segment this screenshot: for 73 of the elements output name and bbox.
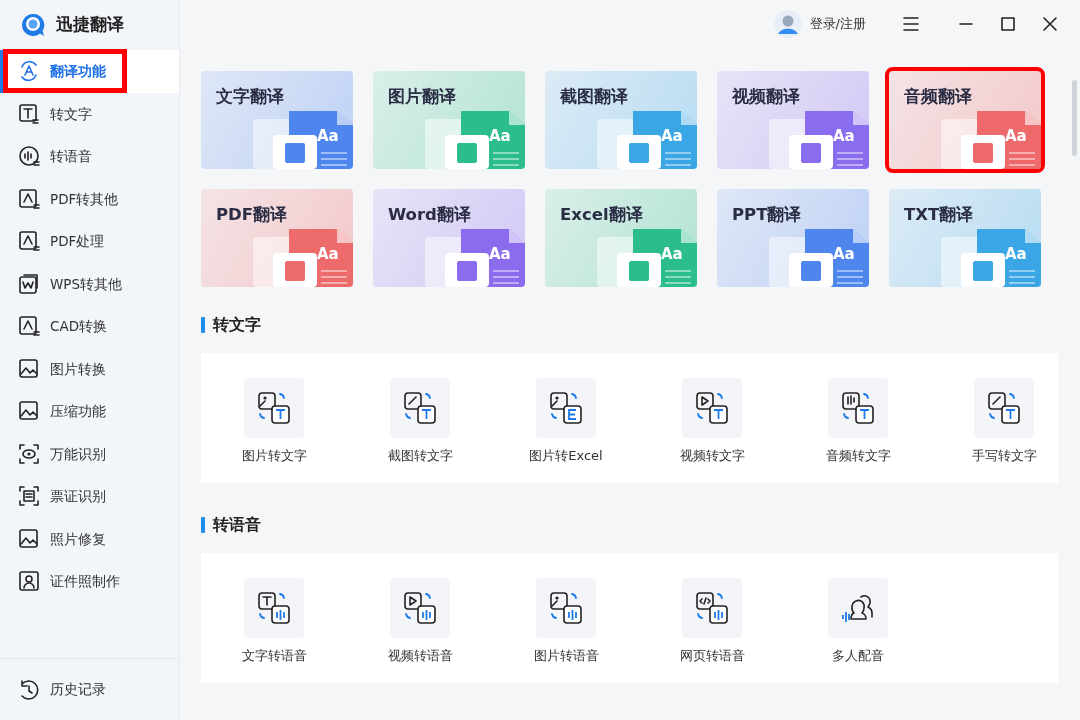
sidebar-label: 万能识别: [50, 444, 106, 464]
tool-item[interactable]: 图片转文字: [201, 378, 347, 483]
sidebar-label: PDF处理: [50, 232, 105, 252]
section-title: 转语音: [213, 514, 261, 536]
document-icon: [18, 187, 40, 210]
sound-wave-icon: [18, 145, 40, 168]
sidebar-item[interactable]: 万能识别: [0, 432, 179, 475]
document-icon: [18, 230, 40, 253]
picture-icon: [18, 400, 40, 423]
sidebar-label: 图片转换: [50, 359, 106, 379]
tool-icon: [682, 378, 742, 438]
sidebar-item[interactable]: 转文字: [0, 92, 179, 135]
tool-icon: [828, 378, 888, 438]
login-button[interactable]: 登录/注册: [773, 10, 866, 38]
scrollbar-thumb[interactable]: [1072, 80, 1077, 156]
sidebar-label: 转语音: [50, 147, 92, 167]
sidebar-item[interactable]: 票证识别: [0, 475, 179, 518]
tool-icon: [828, 578, 888, 638]
sidebar-label: PDF转其他: [50, 189, 119, 209]
history-label: 历史记录: [50, 680, 106, 700]
tool-icon: [536, 578, 596, 638]
translate-icon: [18, 60, 40, 83]
picture-icon: [18, 527, 40, 550]
sidebar-label: 转文字: [50, 104, 92, 124]
sidebar-item[interactable]: 照片修复: [0, 517, 179, 560]
tool-item[interactable]: 音频转文字: [785, 378, 931, 483]
sidebar-label: 证件照制作: [50, 572, 120, 592]
sidebar-item[interactable]: CAD转换: [0, 305, 179, 348]
history-item[interactable]: 历史记录: [0, 658, 179, 720]
sidebar-item[interactable]: 图片转换: [0, 347, 179, 390]
tool-item[interactable]: 图片转Excel: [493, 378, 639, 483]
section-title: 转文字: [213, 314, 261, 336]
sidebar-item[interactable]: 翻译功能: [0, 50, 179, 93]
sidebar-item[interactable]: WPS转其他: [0, 262, 179, 305]
sidebar-label: 压缩功能: [50, 402, 106, 422]
tool-icon: [244, 578, 304, 638]
sidebar-item[interactable]: 证件照制作: [0, 560, 179, 603]
tool-icon: [244, 378, 304, 438]
picture-icon: [18, 357, 40, 380]
sidebar-label: 票证识别: [50, 487, 106, 507]
sidebar-label: WPS转其他: [50, 274, 123, 294]
tool-item[interactable]: 文字转语音: [201, 578, 347, 683]
tool-icon: [536, 378, 596, 438]
document-icon: [18, 315, 40, 338]
avatar-icon: [773, 10, 802, 38]
sidebar-label: 照片修复: [50, 529, 106, 549]
sidebar-item[interactable]: 压缩功能: [0, 390, 179, 433]
eye-icon: [18, 442, 40, 465]
history-icon: [18, 678, 40, 701]
tool-icon: [682, 578, 742, 638]
text-icon: [18, 102, 40, 125]
tool-item[interactable]: 视频转文字: [639, 378, 785, 483]
tool-icon: [974, 378, 1034, 438]
section-marker: [201, 517, 205, 533]
document-icon: [18, 272, 40, 295]
sidebar-item[interactable]: 转语音: [0, 135, 179, 178]
tool-item[interactable]: 网页转语音: [639, 578, 785, 683]
tool-item[interactable]: 视频转语音: [347, 578, 493, 683]
tool-item[interactable]: 手写转文字: [931, 378, 1077, 483]
sidebar-label: CAD转换: [50, 317, 108, 337]
section-marker: [201, 317, 205, 333]
scan-icon: [18, 485, 40, 508]
tool-item[interactable]: 多人配音: [785, 578, 931, 683]
id-photo-icon: [18, 570, 40, 593]
logo-icon: [20, 12, 46, 38]
sidebar-label: 翻译功能: [50, 62, 106, 82]
tool-icon: [390, 378, 450, 438]
tool-item[interactable]: 图片转语音: [493, 578, 639, 683]
app-title: 迅捷翻译: [56, 13, 124, 37]
tool-icon: [390, 578, 450, 638]
tool-item[interactable]: 截图转文字: [347, 378, 493, 483]
sidebar-item[interactable]: PDF处理: [0, 220, 179, 263]
sidebar-item[interactable]: PDF转其他: [0, 177, 179, 220]
